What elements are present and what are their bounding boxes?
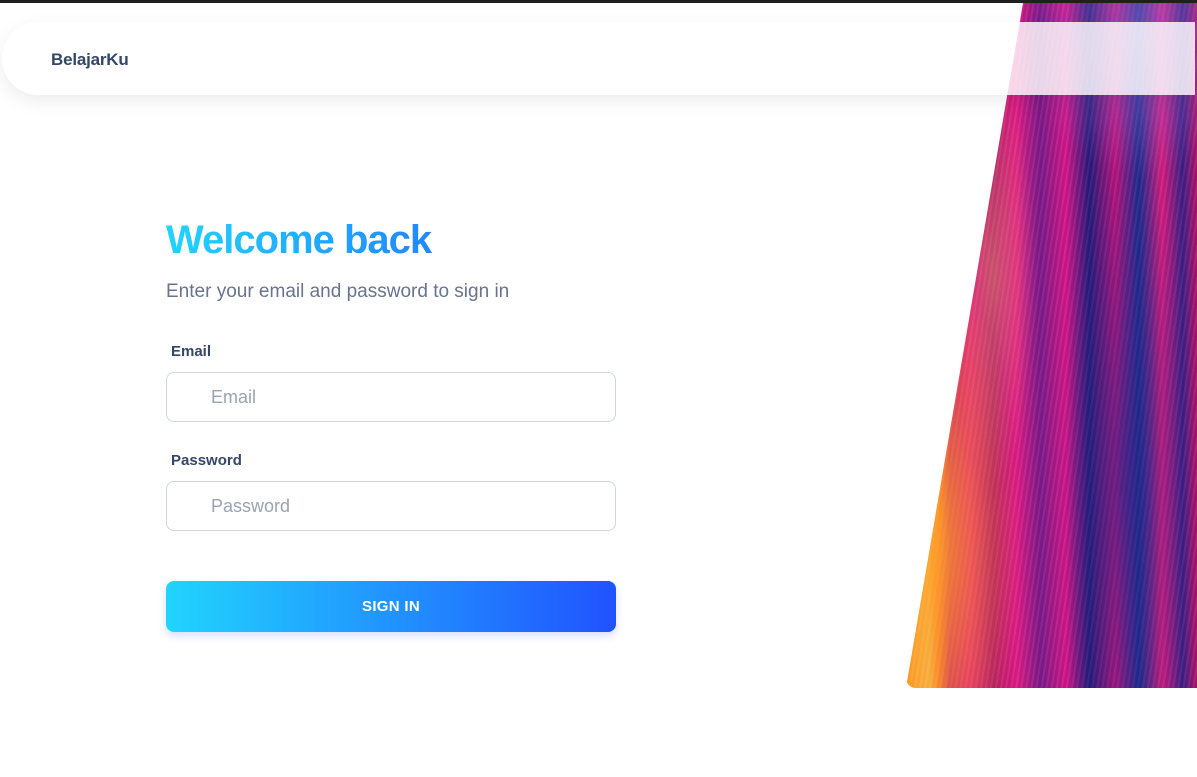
email-input[interactable]: [166, 372, 616, 422]
page-subtitle: Enter your email and password to sign in: [166, 281, 510, 302]
login-form: Welcome back Enter your email and passwo…: [166, 215, 616, 632]
navbar: BelajarKu: [2, 22, 1195, 95]
brand-logo-link[interactable]: BelajarKu: [51, 50, 129, 70]
password-label: Password: [171, 452, 242, 469]
decorative-artwork: [906, 3, 1197, 688]
sign-in-button[interactable]: SIGN IN: [166, 581, 616, 632]
window-top-border: [0, 0, 1197, 3]
page-title: Welcome back: [166, 215, 616, 265]
artwork-swirl: [906, 3, 1197, 688]
password-input[interactable]: [166, 481, 616, 531]
email-label: Email: [171, 343, 212, 360]
